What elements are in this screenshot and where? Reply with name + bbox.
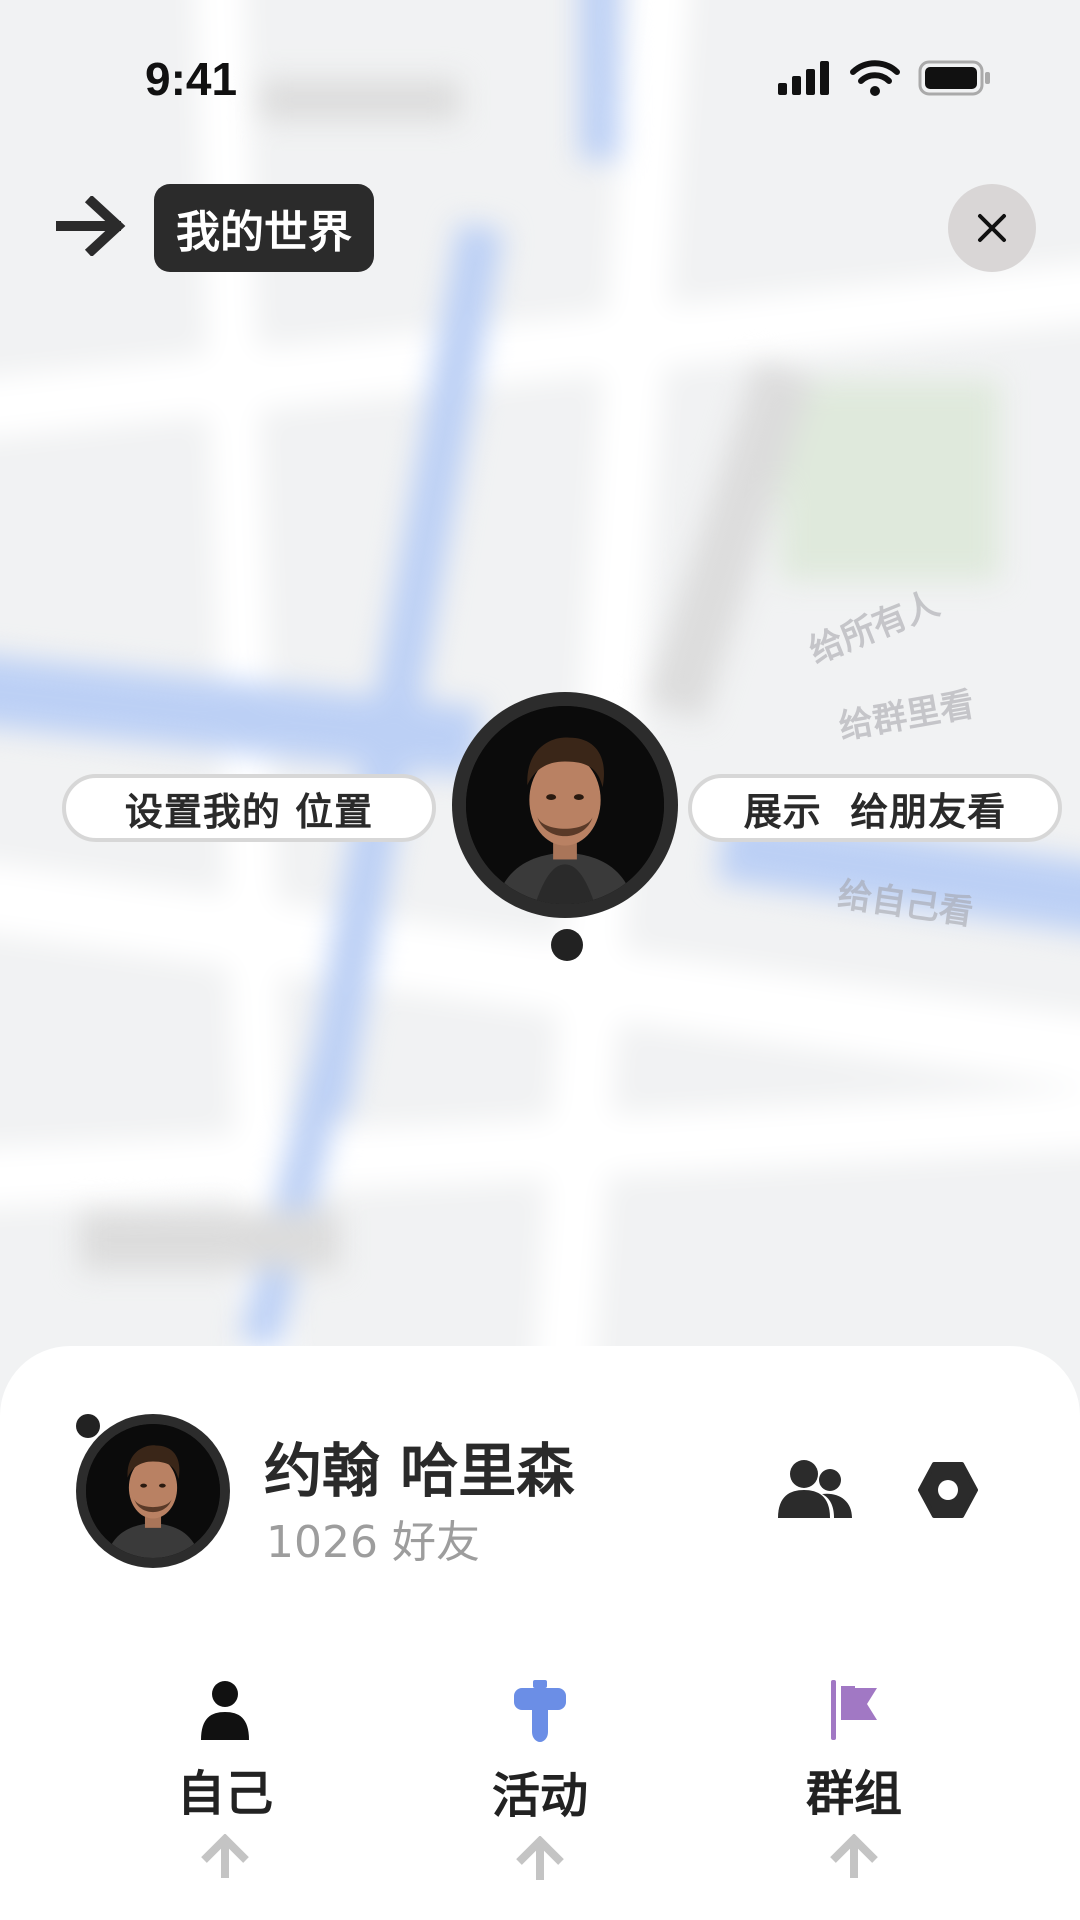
location-dot — [551, 929, 583, 961]
map-avatar[interactable] — [452, 692, 678, 918]
wifi-icon — [850, 60, 900, 96]
person-icon — [201, 1681, 249, 1740]
arrow-up-icon — [830, 1834, 878, 1878]
tab-groups[interactable]: 群组 — [754, 1680, 954, 1880]
status-time: 9:41 — [145, 53, 238, 105]
arrow-up-icon — [516, 1836, 564, 1880]
avatar-photo — [466, 706, 664, 904]
settings-icon[interactable] — [918, 1460, 978, 1520]
arrow-up-icon — [201, 1834, 249, 1878]
close-button[interactable] — [948, 184, 1036, 272]
arrow-right-icon[interactable] — [56, 196, 126, 256]
tab-activity[interactable]: 活动 — [440, 1680, 640, 1882]
user-name: 约翰 哈里森 — [264, 1437, 575, 1505]
page-title: 我的世界 — [154, 184, 374, 272]
profile-avatar[interactable] — [76, 1414, 230, 1568]
tab-self[interactable]: 自己 — [125, 1680, 325, 1880]
close-icon — [978, 214, 1006, 242]
tab-label: 自己 — [176, 1766, 273, 1822]
set-location-button[interactable]: 设置我的 位置 — [62, 774, 436, 842]
friends-icon[interactable] — [778, 1458, 852, 1524]
avatar-photo — [86, 1424, 220, 1558]
show-to-friends-button[interactable]: 展示 给朋友看 — [688, 774, 1062, 842]
friend-count: 1026 好友 — [266, 1517, 480, 1568]
flag-icon — [831, 1680, 877, 1740]
cellular-signal-icon — [778, 61, 829, 95]
tab-label: 活动 — [491, 1768, 588, 1824]
online-dot — [76, 1414, 100, 1438]
pin-icon — [514, 1680, 566, 1742]
battery-icon — [918, 60, 990, 96]
tab-label: 群组 — [805, 1766, 902, 1822]
status-icons — [778, 60, 992, 96]
